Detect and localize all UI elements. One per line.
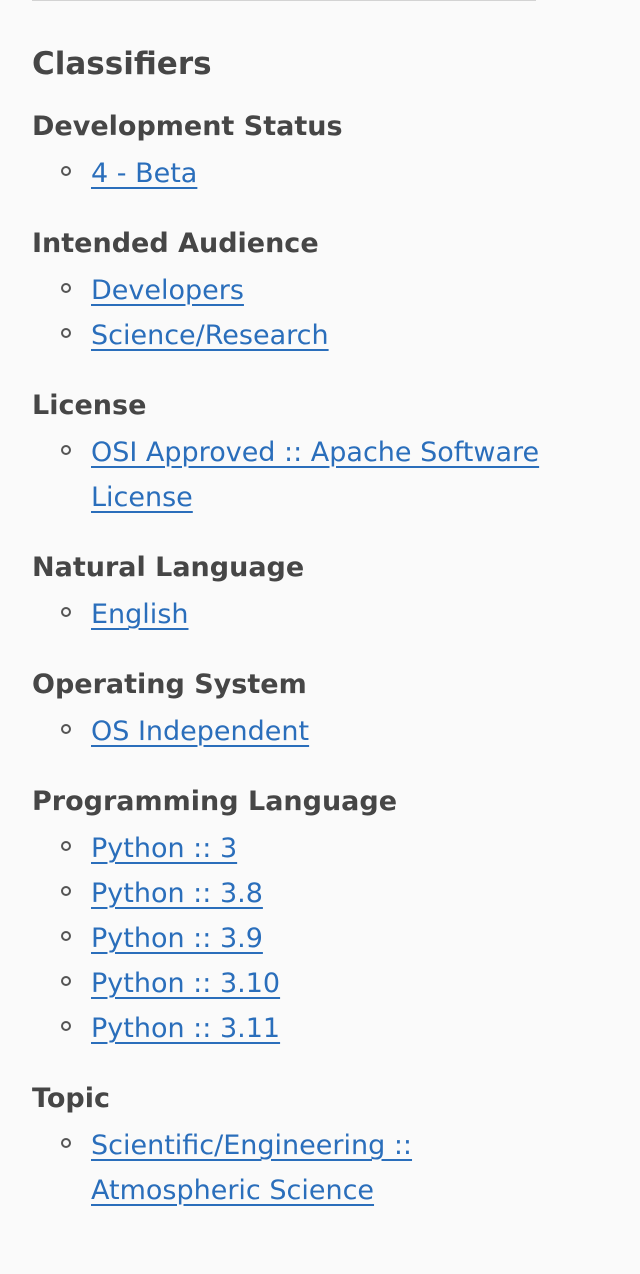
circle-bullet-icon xyxy=(61,607,71,617)
classifier-list: English xyxy=(32,592,552,637)
classifier-link[interactable]: Python :: 3 xyxy=(91,833,237,864)
classifier-link[interactable]: Python :: 3.11 xyxy=(91,1013,280,1044)
list-item: Developers xyxy=(61,268,552,313)
group-title: Development Status xyxy=(32,111,343,142)
circle-bullet-icon xyxy=(61,328,71,338)
list-item: Science/Research xyxy=(61,313,552,358)
circle-bullet-icon xyxy=(61,1021,71,1031)
classifier-list: 4 - Beta xyxy=(32,151,552,196)
classifier-list: Python :: 3 Python :: 3.8 Python :: 3.9 … xyxy=(32,826,552,1051)
list-item: English xyxy=(61,592,552,637)
circle-bullet-icon xyxy=(61,841,71,851)
circle-bullet-icon xyxy=(61,886,71,896)
circle-bullet-icon xyxy=(61,1138,71,1148)
classifier-link[interactable]: Developers xyxy=(91,275,244,306)
circle-bullet-icon xyxy=(61,931,71,941)
list-item: Python :: 3.9 xyxy=(61,916,552,961)
list-item: Python :: 3.8 xyxy=(61,871,552,916)
list-item: 4 - Beta xyxy=(61,151,552,196)
classifier-link[interactable]: Python :: 3.9 xyxy=(91,923,263,954)
classifiers-section: Classifiers Development Status 4 - Beta … xyxy=(32,44,552,1242)
classifier-link[interactable]: OS Independent xyxy=(91,716,309,747)
classifier-link[interactable]: OSI Approved :: Apache Software License xyxy=(91,437,539,513)
classifier-group-operating-system: Operating System OS Independent xyxy=(32,666,552,754)
classifier-group-intended-audience: Intended Audience Developers Science/Res… xyxy=(32,225,552,358)
list-item: Scientific/Engineering :: Atmospheric Sc… xyxy=(61,1123,552,1213)
group-title: Operating System xyxy=(32,669,307,700)
list-item: Python :: 3.10 xyxy=(61,961,552,1006)
circle-bullet-icon xyxy=(61,445,71,455)
classifier-group-license: License OSI Approved :: Apache Software … xyxy=(32,387,552,520)
group-title: License xyxy=(32,390,147,421)
classifier-link[interactable]: Python :: 3.10 xyxy=(91,968,280,999)
classifier-link[interactable]: English xyxy=(91,599,189,630)
classifier-list: OS Independent xyxy=(32,709,552,754)
classifier-list: Scientific/Engineering :: Atmospheric Sc… xyxy=(32,1123,552,1213)
circle-bullet-icon xyxy=(61,976,71,986)
classifiers-heading: Classifiers xyxy=(32,46,212,82)
section-divider xyxy=(32,0,536,1)
classifier-link[interactable]: Science/Research xyxy=(91,320,329,351)
group-title: Programming Language xyxy=(32,786,398,817)
list-item: Python :: 3 xyxy=(61,826,552,871)
classifier-link[interactable]: 4 - Beta xyxy=(91,158,197,189)
group-title: Intended Audience xyxy=(32,228,319,259)
classifier-group-development-status: Development Status 4 - Beta xyxy=(32,108,552,196)
classifier-link[interactable]: Python :: 3.8 xyxy=(91,878,263,909)
circle-bullet-icon xyxy=(61,724,71,734)
list-item: OS Independent xyxy=(61,709,552,754)
circle-bullet-icon xyxy=(61,283,71,293)
list-item: Python :: 3.11 xyxy=(61,1006,552,1051)
classifier-list: Developers Science/Research xyxy=(32,268,552,358)
circle-bullet-icon xyxy=(61,166,71,176)
group-title: Topic xyxy=(32,1083,110,1114)
classifier-group-natural-language: Natural Language English xyxy=(32,549,552,637)
classifier-link[interactable]: Scientific/Engineering :: Atmospheric Sc… xyxy=(91,1130,412,1206)
list-item: OSI Approved :: Apache Software License xyxy=(61,430,552,520)
group-title: Natural Language xyxy=(32,552,305,583)
classifier-group-topic: Topic Scientific/Engineering :: Atmosphe… xyxy=(32,1080,552,1213)
classifier-group-programming-language: Programming Language Python :: 3 Python … xyxy=(32,783,552,1051)
classifier-list: OSI Approved :: Apache Software License xyxy=(32,430,552,520)
